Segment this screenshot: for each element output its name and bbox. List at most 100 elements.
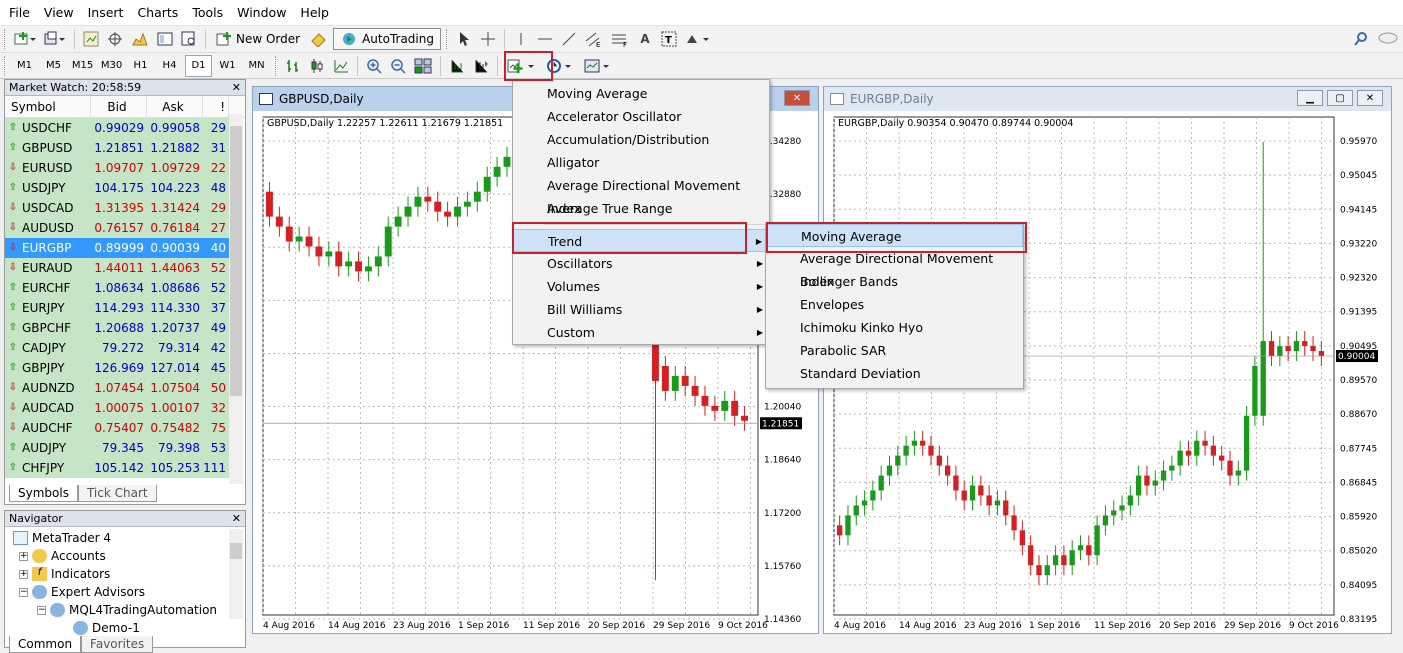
- crosshair-icon[interactable]: [477, 28, 499, 50]
- scrollbar-thumb[interactable]: [230, 543, 242, 559]
- data-window-icon[interactable]: [104, 28, 126, 50]
- navigator-icon[interactable]: [128, 28, 152, 50]
- autotrading-button[interactable]: AutoTrading: [333, 28, 441, 50]
- close-icon[interactable]: ✕: [232, 512, 241, 525]
- close-icon[interactable]: ✕: [232, 81, 241, 94]
- table-row[interactable]: ⇩ USDCAD 1.31395 1.31424 29: [5, 197, 245, 218]
- menu-help[interactable]: Help: [293, 5, 336, 20]
- menu-window[interactable]: Window: [230, 5, 293, 20]
- timeframe-m30[interactable]: M30: [98, 55, 125, 77]
- tab-common[interactable]: Common: [9, 636, 82, 653]
- new-order-button[interactable]: New Order: [211, 28, 305, 50]
- menu-item-average-true-range[interactable]: Average True Range: [513, 197, 769, 220]
- menu-item-custom[interactable]: Custom ▶: [513, 321, 769, 344]
- tree-item-metatrader[interactable]: MetaTrader 4: [13, 529, 245, 547]
- table-row[interactable]: ⇩ EURAUD 1.44011 1.44063 52: [5, 257, 245, 278]
- horizontal-line-icon[interactable]: [534, 28, 556, 50]
- submenu-item-ichimoku-kinko-hyo[interactable]: Ichimoku Kinko Hyo: [766, 316, 1023, 339]
- tab-favorites[interactable]: Favorites: [81, 636, 154, 653]
- menu-view[interactable]: View: [37, 5, 81, 20]
- market-watch-icon[interactable]: [80, 28, 102, 50]
- chart-shift-icon[interactable]: [446, 55, 468, 77]
- table-row[interactable]: ⇧ GBPUSD 1.21851 1.21882 31: [5, 137, 245, 158]
- toolbar-grip[interactable]: [4, 55, 7, 76]
- toolbar-grip[interactable]: [275, 55, 278, 76]
- chat-icon[interactable]: [1374, 28, 1402, 50]
- menu-file[interactable]: File: [2, 5, 37, 20]
- submenu-item-envelopes[interactable]: Envelopes: [766, 293, 1023, 316]
- templates-button[interactable]: [581, 55, 617, 77]
- tile-windows-icon[interactable]: [411, 55, 435, 77]
- profiles-icon[interactable]: [41, 28, 69, 50]
- zoom-in-icon[interactable]: [363, 55, 385, 77]
- text-label-icon[interactable]: T: [658, 28, 680, 50]
- scrollbar-thumb[interactable]: [230, 126, 242, 396]
- table-row[interactable]: ⇧ EURCHF 1.08634 1.08686 52: [5, 277, 245, 298]
- timeframe-m15[interactable]: M15: [69, 55, 96, 77]
- zoom-out-icon[interactable]: [387, 55, 409, 77]
- column-symbol[interactable]: Symbol: [5, 95, 91, 118]
- table-row[interactable]: ⇩ EURGBP 0.89999 0.90039 40: [5, 237, 245, 258]
- tab-symbols[interactable]: Symbols: [9, 485, 78, 502]
- timeframe-m5[interactable]: M5: [40, 55, 67, 77]
- candlestick-icon[interactable]: [306, 55, 328, 77]
- table-row[interactable]: ⇩ AUDCHF 0.75407 0.75482 75: [5, 417, 245, 438]
- line-chart-icon[interactable]: [330, 55, 352, 77]
- tab-tick-chart[interactable]: Tick Chart: [77, 485, 157, 502]
- timeframe-h4[interactable]: H4: [156, 55, 183, 77]
- timeframe-h1[interactable]: H1: [127, 55, 154, 77]
- table-row[interactable]: ⇩ EURUSD 1.09707 1.09729 22: [5, 157, 245, 178]
- bar-chart-icon[interactable]: [282, 55, 304, 77]
- table-row[interactable]: ⇧ USDJPY 104.175 104.223 48: [5, 177, 245, 198]
- vertical-line-icon[interactable]: [510, 28, 532, 50]
- table-row[interactable]: ⇧ CHFJPY 105.142 105.253 111: [5, 457, 245, 478]
- submenu-item-parabolic-sar[interactable]: Parabolic SAR: [766, 339, 1023, 362]
- table-row[interactable]: ⇧ USDCHF 0.99029 0.99058 29: [5, 117, 245, 138]
- timeframe-w1[interactable]: W1: [214, 55, 241, 77]
- close-button[interactable]: ✕: [784, 90, 810, 106]
- table-row[interactable]: ⇩ AUDNZD 1.07454 1.07504 50: [5, 377, 245, 398]
- toolbar-grip[interactable]: [4, 29, 7, 49]
- table-row[interactable]: ⇧ AUDJPY 79.345 79.398 53: [5, 437, 245, 458]
- menu-item-volumes[interactable]: Volumes ▶: [513, 275, 769, 298]
- tree-item-mql4tradingautomation[interactable]: − MQL4TradingAutomation: [13, 601, 245, 619]
- column-ask[interactable]: Ask: [147, 95, 203, 118]
- table-row[interactable]: ⇧ GBPJPY 126.969 127.014 45: [5, 357, 245, 378]
- toolbar-grip[interactable]: [445, 29, 449, 49]
- tree-item-indicators[interactable]: + f Indicators: [13, 565, 245, 583]
- menu-insert[interactable]: Insert: [81, 5, 131, 20]
- menu-item-accumulation-distribution[interactable]: Accumulation/Distribution: [513, 128, 769, 151]
- new-chart-icon[interactable]: [11, 28, 39, 50]
- menu-item-average-directional-movement-index[interactable]: Average Directional Movement Index: [513, 174, 769, 216]
- table-row[interactable]: ⇩ AUDCAD 1.00075 1.00107 32: [5, 397, 245, 418]
- table-row[interactable]: ⇧ CADJPY 79.272 79.314 42: [5, 337, 245, 358]
- navigator-scrollbar[interactable]: [229, 529, 243, 619]
- cursor-icon[interactable]: [453, 28, 475, 50]
- metaeditor-icon[interactable]: [307, 28, 331, 50]
- menu-item-alligator[interactable]: Alligator: [513, 151, 769, 174]
- menu-item-oscillators[interactable]: Oscillators ▶: [513, 252, 769, 275]
- submenu-item-bollinger-bands[interactable]: Bollinger Bands: [766, 270, 1023, 293]
- expand-icon[interactable]: +: [19, 551, 28, 561]
- search-icon[interactable]: [1350, 28, 1372, 50]
- collapse-icon[interactable]: −: [37, 605, 46, 615]
- timeframe-d1[interactable]: D1: [185, 54, 212, 77]
- arrows-icon[interactable]: [682, 28, 714, 50]
- strategy-tester-icon[interactable]: [178, 28, 200, 50]
- table-row[interactable]: ⇩ AUDUSD 0.76157 0.76184 27: [5, 217, 245, 238]
- timeframe-mn[interactable]: MN: [243, 55, 270, 77]
- menu-tools[interactable]: Tools: [185, 5, 230, 20]
- equidistant-channel-icon[interactable]: E: [582, 28, 606, 50]
- terminal-icon[interactable]: [154, 28, 176, 50]
- market-watch-scrollbar[interactable]: [229, 114, 243, 484]
- collapse-icon[interactable]: −: [19, 587, 28, 597]
- submenu-item-standard-deviation[interactable]: Standard Deviation: [766, 362, 1023, 385]
- menu-item-accelerator-oscillator[interactable]: Accelerator Oscillator: [513, 105, 769, 128]
- menu-charts[interactable]: Charts: [130, 5, 185, 20]
- menu-item-bill-williams[interactable]: Bill Williams ▶: [513, 298, 769, 321]
- autoscroll-icon[interactable]: [470, 55, 492, 77]
- tree-item-demo-1[interactable]: Demo-1: [13, 619, 245, 637]
- menu-item-moving-average[interactable]: Moving Average: [513, 82, 769, 105]
- table-row[interactable]: ⇧ EURJPY 114.293 114.330 37: [5, 297, 245, 318]
- maximize-button[interactable]: ▢: [1327, 90, 1353, 106]
